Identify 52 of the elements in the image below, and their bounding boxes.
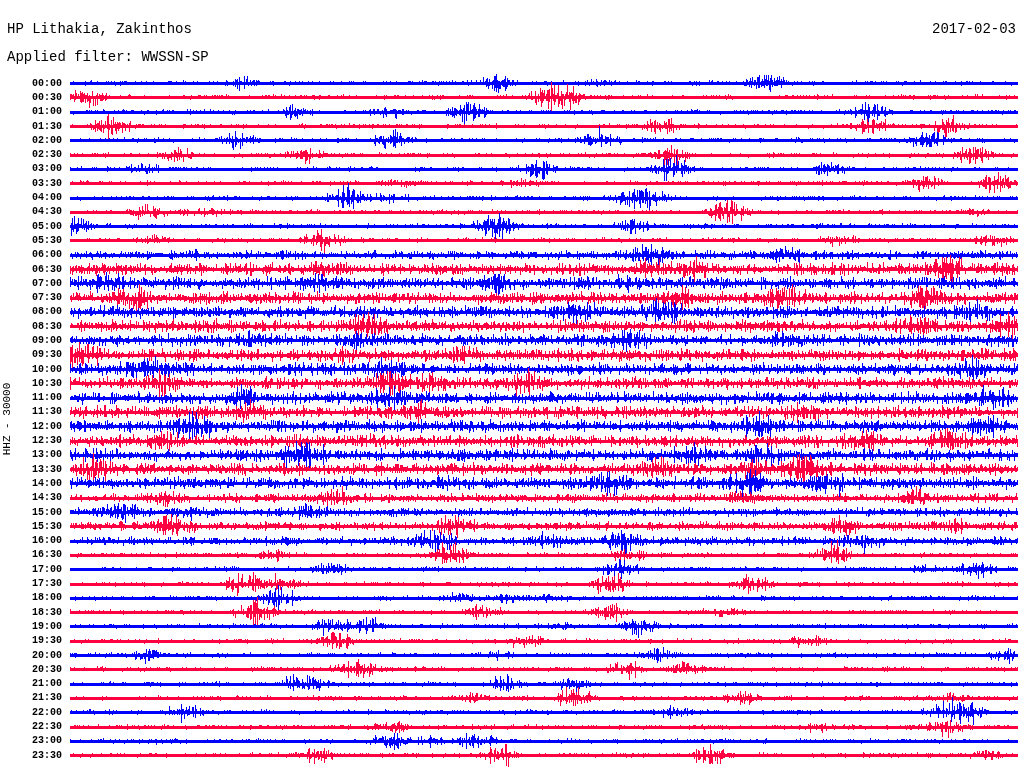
time-label: 00:30 bbox=[31, 91, 63, 103]
time-label: 18:00 bbox=[31, 592, 63, 604]
time-label: 08:30 bbox=[31, 320, 63, 332]
time-label: 15:30 bbox=[31, 520, 63, 532]
filter-label: Applied filter: WWSSN-SP bbox=[6, 48, 210, 65]
time-label: 14:00 bbox=[31, 477, 63, 489]
time-label: 07:00 bbox=[31, 277, 63, 289]
time-label: 14:30 bbox=[31, 492, 63, 504]
date-label: 2017-02-03 bbox=[932, 21, 1016, 37]
time-label: 04:30 bbox=[31, 206, 63, 218]
time-label: 03:30 bbox=[31, 177, 63, 189]
station-title: HP Lithakia, Zakinthos bbox=[7, 21, 192, 37]
time-label: 21:00 bbox=[31, 678, 63, 690]
time-label: 05:30 bbox=[31, 234, 63, 246]
time-label: 16:00 bbox=[31, 535, 63, 547]
time-label: 13:30 bbox=[31, 463, 63, 475]
time-label: 17:00 bbox=[31, 563, 63, 575]
time-label: 02:00 bbox=[31, 134, 63, 146]
time-label: 23:30 bbox=[31, 749, 63, 761]
time-label: 10:00 bbox=[31, 363, 63, 375]
time-label: 06:30 bbox=[31, 263, 63, 275]
time-label: 09:30 bbox=[31, 349, 63, 361]
time-label: 11:30 bbox=[31, 406, 63, 418]
time-label: 06:00 bbox=[31, 249, 63, 261]
time-label: 07:30 bbox=[31, 292, 63, 304]
time-label: 21:30 bbox=[31, 692, 63, 704]
time-label: 03:00 bbox=[31, 163, 63, 175]
time-label: 01:30 bbox=[31, 120, 63, 132]
time-label: 17:30 bbox=[31, 578, 63, 590]
time-label: 22:30 bbox=[31, 721, 63, 732]
time-label: 00:00 bbox=[31, 77, 63, 89]
time-label: 11:00 bbox=[31, 392, 63, 404]
time-label: 02:30 bbox=[31, 149, 63, 161]
time-label: 12:00 bbox=[31, 420, 63, 432]
time-label: 04:00 bbox=[31, 192, 63, 203]
time-label: 19:30 bbox=[31, 635, 63, 647]
time-label: 22:00 bbox=[31, 706, 63, 718]
time-label: 16:30 bbox=[31, 549, 63, 561]
time-label: 15:00 bbox=[31, 506, 63, 518]
time-label: 10:30 bbox=[31, 377, 63, 389]
time-label: 01:00 bbox=[31, 106, 63, 118]
time-label: 20:30 bbox=[31, 663, 63, 675]
time-label: 20:00 bbox=[31, 649, 63, 661]
time-label: 08:00 bbox=[31, 306, 63, 318]
time-label: 09:00 bbox=[31, 335, 63, 346]
time-label: 13:00 bbox=[31, 449, 63, 461]
time-label: 18:30 bbox=[31, 606, 63, 618]
channel-label: HHZ - 30000 bbox=[1, 382, 13, 456]
time-label: 19:00 bbox=[31, 620, 63, 632]
time-label: 12:30 bbox=[31, 435, 63, 447]
time-label: 23:00 bbox=[31, 735, 63, 747]
time-label: 05:00 bbox=[31, 220, 63, 232]
